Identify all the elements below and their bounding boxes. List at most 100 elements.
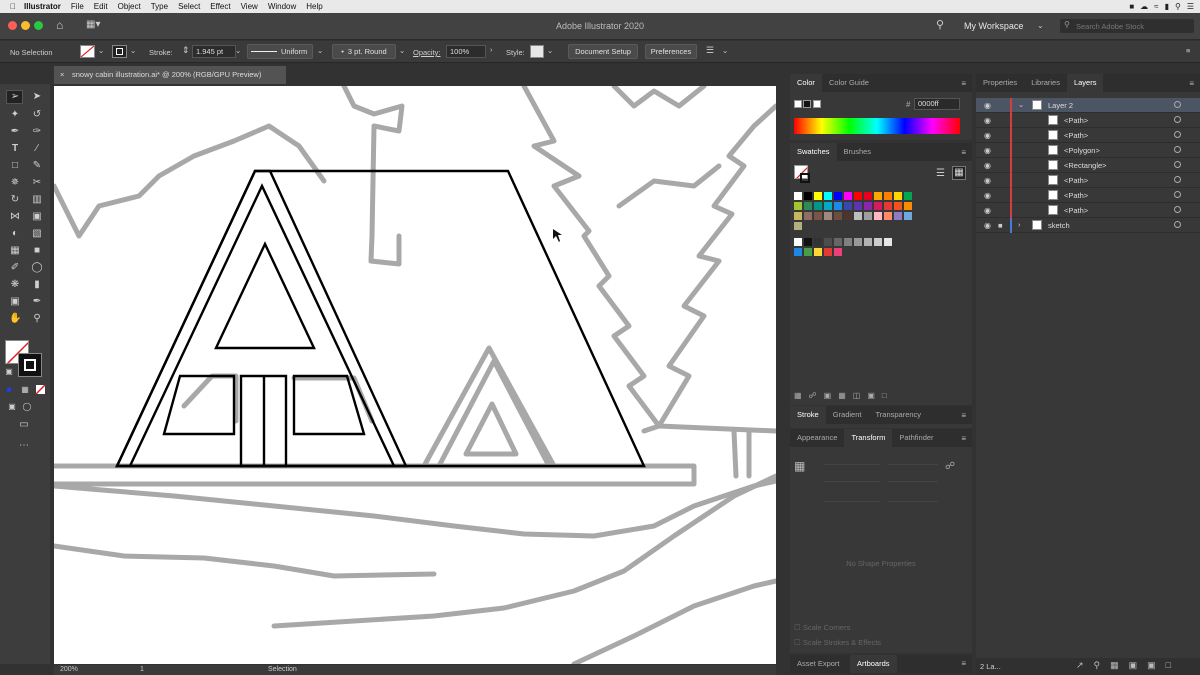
visibility-eye-icon[interactable]: ◉	[984, 206, 991, 215]
color-swatch[interactable]	[874, 212, 882, 220]
fill-swatch[interactable]	[80, 45, 95, 58]
brush-definition[interactable]: • 3 pt. Round	[332, 44, 396, 59]
menu-object[interactable]: Object	[118, 2, 141, 11]
layer-row-path[interactable]: ◉ <Path>	[976, 173, 1200, 188]
color-swatch[interactable]	[874, 238, 882, 246]
tab-pathfinder[interactable]: Pathfinder	[892, 429, 940, 447]
chevron-down-icon[interactable]: ⌄	[1037, 21, 1044, 30]
visibility-eye-icon[interactable]: ◉	[984, 176, 991, 185]
color-swatch[interactable]	[814, 248, 822, 256]
visibility-eye-icon[interactable]: ◉	[984, 131, 991, 140]
battery-icon[interactable]: ▮	[1165, 2, 1169, 11]
sublayer-name[interactable]: <Path>	[1064, 116, 1088, 125]
chevron-down-icon[interactable]: ⌄	[317, 46, 323, 55]
target-circle-icon[interactable]	[1174, 161, 1181, 168]
search-icon[interactable]: ⚲	[1175, 2, 1181, 11]
stroke-label[interactable]: Stroke:	[149, 48, 173, 57]
menu-type[interactable]: Type	[151, 2, 168, 11]
draw-behind-icon[interactable]: ◯	[21, 401, 33, 413]
close-icon[interactable]: ×	[60, 66, 64, 84]
color-swatch[interactable]	[884, 192, 892, 200]
color-swatch[interactable]	[844, 202, 852, 210]
free-transform-tool-icon[interactable]: ▣	[31, 211, 43, 223]
gradient-tool-icon[interactable]: ■	[31, 245, 43, 257]
visibility-eye-icon[interactable]: ◉	[984, 101, 991, 110]
layer-row-path[interactable]: ◉ <Path>	[976, 128, 1200, 143]
graphic-style-swatch[interactable]	[530, 45, 544, 58]
color-swatch[interactable]	[844, 212, 852, 220]
magic-wand-tool-icon[interactable]: ✦	[9, 109, 21, 121]
menu-effect[interactable]: Effect	[210, 2, 230, 11]
tab-brushes[interactable]: Brushes	[837, 143, 879, 161]
menu-window[interactable]: Window	[268, 2, 296, 11]
color-swatch[interactable]	[834, 212, 842, 220]
hex-field[interactable]: 0000ff	[914, 98, 960, 110]
color-swatch[interactable]	[794, 202, 802, 210]
color-swatch[interactable]	[904, 202, 912, 210]
color-swatch[interactable]	[804, 192, 812, 200]
layer-row-path[interactable]: ◉ <Path>	[976, 113, 1200, 128]
menu-view[interactable]: View	[241, 2, 258, 11]
tab-libraries[interactable]: Libraries	[1024, 74, 1067, 92]
menu-app[interactable]: Illustrator	[24, 2, 61, 11]
target-circle-icon[interactable]	[1174, 116, 1181, 123]
type-tool-icon[interactable]: T	[9, 143, 21, 155]
reference-point-icon[interactable]: ▦	[794, 459, 805, 473]
tab-stroke[interactable]: Stroke	[790, 406, 826, 424]
white-mini-swatch[interactable]	[813, 100, 821, 108]
color-swatch[interactable]	[824, 192, 832, 200]
rectangle-tool-icon[interactable]: □	[9, 160, 21, 172]
color-swatch[interactable]	[834, 202, 842, 210]
zoom-level[interactable]: 200%	[60, 666, 78, 673]
layer-name[interactable]: Layer 2	[1048, 101, 1073, 110]
chevron-down-icon[interactable]: ⌄	[1018, 100, 1024, 109]
menu-select[interactable]: Select	[178, 2, 200, 11]
color-swatch[interactable]	[894, 212, 902, 220]
cloud-icon[interactable]: ☁	[1140, 2, 1148, 11]
target-circle-icon[interactable]	[1174, 176, 1181, 183]
color-swatch[interactable]	[864, 238, 872, 246]
artboard-canvas[interactable]	[54, 86, 776, 664]
color-swatch[interactable]	[804, 202, 812, 210]
tab-transparency[interactable]: Transparency	[868, 406, 928, 424]
variable-width-profile[interactable]: Uniform	[247, 44, 313, 59]
color-swatch[interactable]	[904, 212, 912, 220]
artboard-number[interactable]: 1	[140, 666, 144, 673]
document-setup-button[interactable]: Document Setup	[568, 44, 638, 59]
swatch-footer-icons[interactable]: ▦☍▣▦◫▣□	[794, 391, 894, 400]
chevron-down-icon[interactable]: ⌄	[399, 46, 405, 55]
color-mode-icon[interactable]: ■	[3, 384, 15, 396]
sublayer-name[interactable]: <Path>	[1064, 191, 1088, 200]
apple-icon[interactable]: 	[10, 2, 16, 11]
color-swatch[interactable]	[864, 192, 872, 200]
color-swatch[interactable]	[854, 212, 862, 220]
color-swatch[interactable]	[854, 202, 862, 210]
color-swatch[interactable]	[824, 202, 832, 210]
tab-swatches[interactable]: Swatches	[790, 143, 837, 161]
chevron-down-icon[interactable]: ⌄	[722, 46, 728, 55]
color-swatch[interactable]	[794, 248, 802, 256]
layer-row-sketch[interactable]: ◉ ■ › sketch	[976, 218, 1200, 233]
shape-builder-tool-icon[interactable]: ◐	[9, 228, 21, 240]
curvature-tool-icon[interactable]: ✑	[31, 126, 43, 138]
menu-edit[interactable]: Edit	[94, 2, 108, 11]
color-swatch[interactable]	[864, 202, 872, 210]
shaper-tool-icon[interactable]: ✵	[9, 177, 21, 189]
visibility-eye-icon[interactable]: ◉	[984, 191, 991, 200]
color-swatch[interactable]	[894, 202, 902, 210]
chevron-down-icon[interactable]: ⌄	[130, 46, 136, 55]
color-swatch[interactable]	[834, 192, 842, 200]
color-swatch[interactable]	[884, 202, 892, 210]
target-circle-icon[interactable]	[1174, 221, 1181, 228]
preferences-button[interactable]: Preferences	[645, 44, 697, 59]
list-view-icon[interactable]: ☰	[936, 168, 945, 179]
color-swatch[interactable]	[794, 238, 802, 246]
panel-menu-icon[interactable]: ≡	[961, 79, 966, 88]
panel-menu-icon[interactable]: ≡	[1189, 79, 1194, 88]
visibility-eye-icon[interactable]: ◉	[984, 116, 991, 125]
sublayer-name[interactable]: <Rectangle>	[1064, 161, 1107, 170]
sublayer-name[interactable]: <Path>	[1064, 176, 1088, 185]
constrain-proportions-icon[interactable]: ☍	[945, 461, 955, 472]
layer-row-path[interactable]: ◉ <Path>	[976, 203, 1200, 218]
color-swatch[interactable]	[794, 222, 802, 230]
